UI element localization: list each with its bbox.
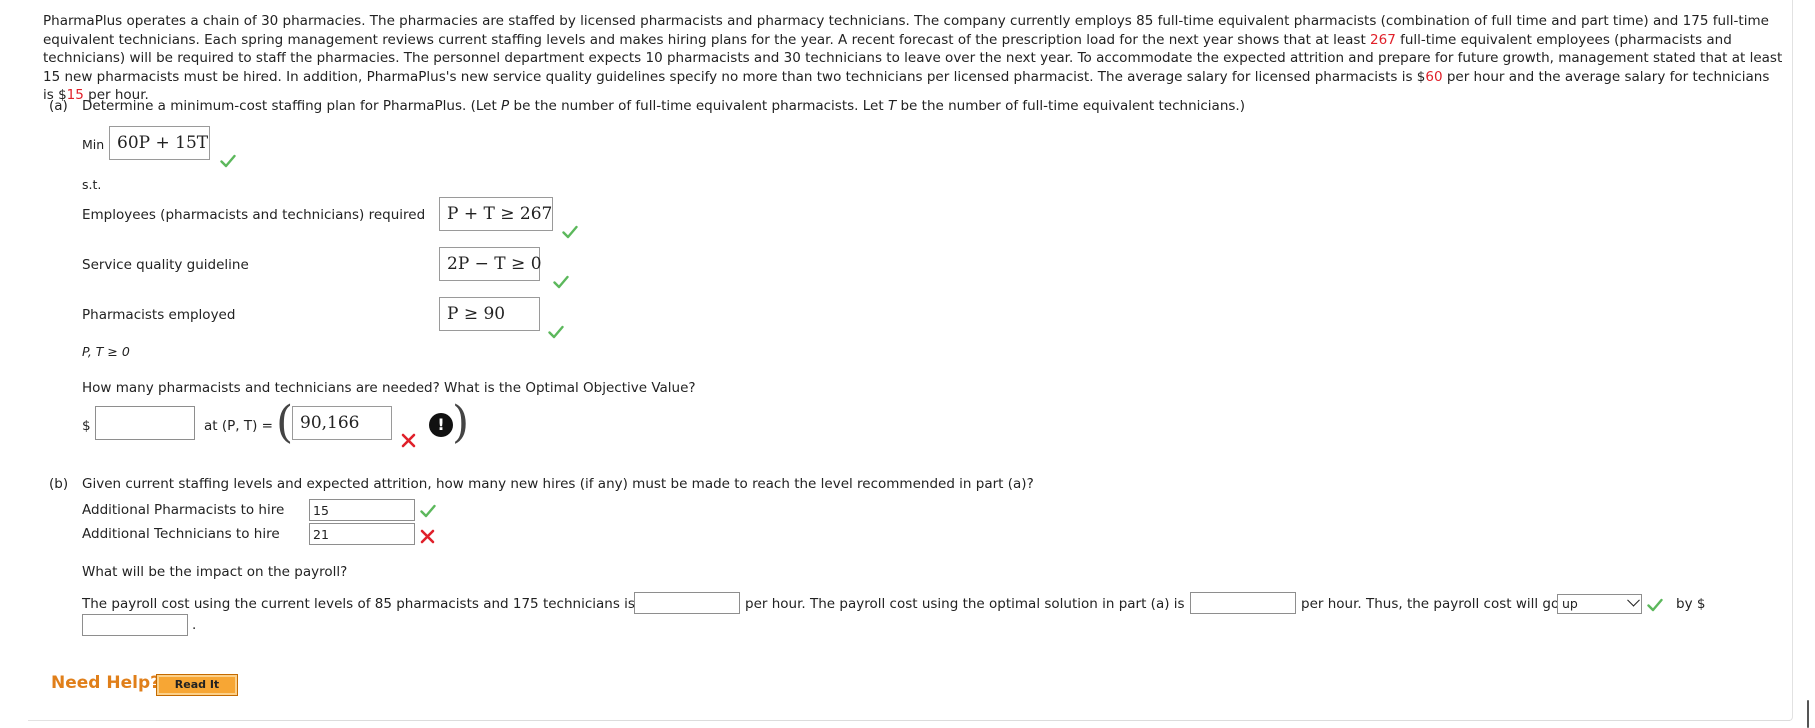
pharmacists-hire-label: Additional Pharmacists to hire	[82, 502, 285, 518]
optimal-value-input[interactable]	[95, 406, 195, 440]
left-parenthesis: (	[276, 397, 294, 448]
alert-icon[interactable]: !	[429, 413, 453, 437]
current-payroll-input[interactable]	[634, 592, 740, 614]
payroll-text-3: per hour. Thus, the payroll cost will go	[1301, 596, 1560, 612]
pt-values-field[interactable]: 90,166	[292, 406, 392, 440]
required-employees-value: 267	[1370, 31, 1396, 48]
constraint-1-field[interactable]: P + T ≥ 267	[439, 197, 553, 231]
correct-check-icon	[562, 225, 578, 239]
constraint-2-label: Service quality guideline	[82, 257, 249, 273]
constraint-3-field[interactable]: P ≥ 90	[439, 297, 540, 331]
pharmacist-salary-value: 60	[1425, 68, 1443, 85]
scrollbar-edge[interactable]	[1807, 700, 1809, 728]
subject-to-label: s.t.	[82, 177, 102, 192]
correct-check-icon	[220, 154, 236, 168]
correct-check-icon	[1647, 598, 1663, 612]
right-parenthesis: )	[452, 397, 470, 448]
footer-divider	[156, 720, 1790, 721]
direction-select[interactable]: up	[1557, 593, 1642, 614]
payroll-text-4: by $	[1676, 596, 1706, 612]
payroll-question: What will be the impact on the payroll?	[82, 564, 348, 580]
dollar-sign: $	[82, 418, 91, 434]
constraint-3-label: Pharmacists employed	[82, 307, 236, 323]
payroll-text-2: per hour. The payroll cost using the opt…	[745, 596, 1198, 612]
constraint-2-field[interactable]: 2P − T ≥ 0	[439, 247, 542, 281]
correct-check-icon	[548, 325, 564, 339]
min-label: Min	[82, 137, 105, 152]
payroll-difference-input[interactable]	[82, 614, 188, 636]
nonnegativity-label: P, T ≥ 0	[82, 344, 130, 359]
part-a-label: (a)	[49, 98, 68, 114]
technicians-hire-label: Additional Technicians to hire	[82, 526, 280, 542]
period: .	[192, 617, 197, 633]
part-a-prompt: Determine a minimum-cost staffing plan f…	[82, 98, 1245, 114]
incorrect-x-icon	[401, 433, 416, 448]
read-it-button[interactable]: Read It	[156, 674, 238, 696]
objective-function-field[interactable]: 60P + 15T	[109, 126, 210, 160]
need-help-label: Need Help?	[51, 673, 160, 693]
problem-statement: PharmaPlus operates a chain of 30 pharma…	[43, 12, 1783, 105]
incorrect-x-icon	[420, 529, 435, 544]
chevron-down-icon	[1627, 593, 1640, 607]
constraint-1-label: Employees (pharmacists and technicians) …	[82, 207, 426, 223]
part-b-label: (b)	[49, 476, 69, 492]
optimal-payroll-input[interactable]	[1190, 592, 1296, 614]
payroll-text-1: The payroll cost using the current level…	[82, 596, 648, 612]
optimal-question: How many pharmacists and technicians are…	[82, 380, 696, 396]
correct-check-icon	[420, 504, 436, 518]
correct-check-icon	[553, 275, 569, 289]
at-pt-label: at (P, T) =	[204, 418, 273, 434]
technicians-hire-input[interactable]	[309, 523, 415, 545]
pharmacists-hire-input[interactable]	[309, 499, 415, 521]
part-b-prompt: Given current staffing levels and expect…	[82, 476, 1034, 492]
